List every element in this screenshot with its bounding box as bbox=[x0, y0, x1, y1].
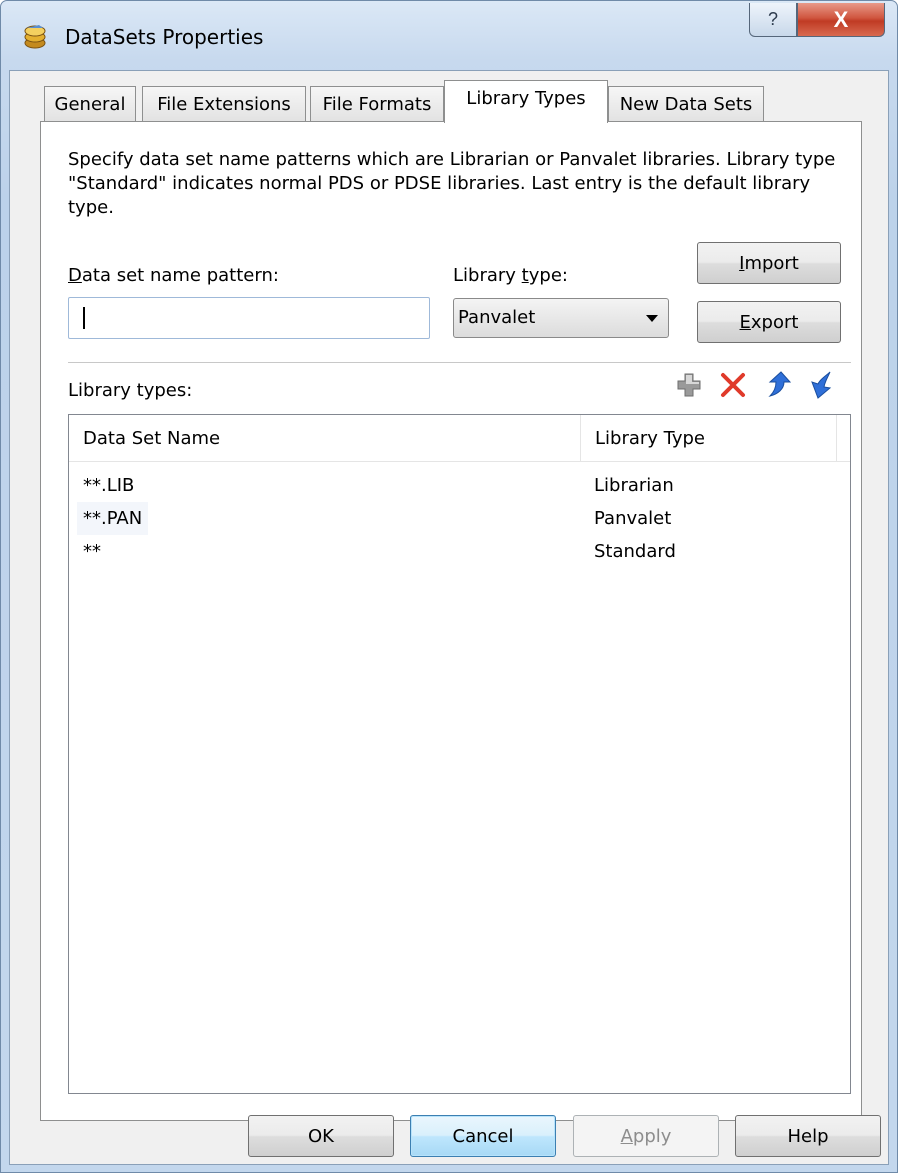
close-icon: X bbox=[833, 6, 849, 32]
library-type-select[interactable]: Panvalet bbox=[453, 298, 669, 338]
data-set-name-cell: **.PAN bbox=[77, 502, 149, 535]
library-type-label: Library type: bbox=[453, 265, 568, 286]
button-text: pply bbox=[632, 1125, 672, 1147]
mnemonic: D bbox=[68, 265, 82, 286]
button-text: OK bbox=[308, 1125, 334, 1147]
mnemonic: E bbox=[739, 311, 751, 333]
button-text: Cancel bbox=[452, 1125, 514, 1147]
move-up-icon[interactable] bbox=[764, 370, 794, 400]
column-header-library-type[interactable]: Library Type bbox=[581, 415, 837, 461]
library-type-cell: Standard bbox=[594, 541, 676, 562]
apply-button[interactable]: Apply bbox=[573, 1115, 719, 1157]
ok-button[interactable]: OK bbox=[248, 1115, 394, 1157]
pattern-label: Data set name pattern: bbox=[68, 265, 279, 286]
tab-new-data-sets[interactable]: New Data Sets bbox=[608, 86, 764, 122]
table-row[interactable]: ** Standard bbox=[69, 535, 850, 568]
label-text: Library bbox=[453, 265, 522, 286]
button-text: mport bbox=[744, 252, 799, 274]
tab-file-extensions[interactable]: File Extensions bbox=[142, 86, 306, 122]
add-icon[interactable] bbox=[674, 370, 704, 400]
chevron-down-icon bbox=[646, 315, 658, 322]
pattern-input[interactable] bbox=[68, 297, 430, 339]
mnemonic: A bbox=[620, 1125, 633, 1147]
button-text: Help bbox=[787, 1125, 829, 1147]
label-text: ype: bbox=[528, 265, 568, 286]
tab-label: File Extensions bbox=[157, 94, 291, 115]
tab-label: General bbox=[54, 94, 126, 115]
library-types-table[interactable]: Data Set Name Library Type **.LIB Librar… bbox=[68, 414, 851, 1094]
data-set-name-cell: ** bbox=[83, 541, 101, 562]
column-header-data-set-name[interactable]: Data Set Name bbox=[69, 415, 581, 461]
table-header: Data Set Name Library Type bbox=[69, 415, 850, 462]
datasets-app-icon bbox=[24, 25, 46, 49]
import-button[interactable]: Import bbox=[697, 242, 841, 284]
help-caption-button[interactable]: ? bbox=[749, 3, 797, 37]
table-row[interactable]: **.LIB Librarian bbox=[69, 469, 850, 502]
cancel-button[interactable]: Cancel bbox=[410, 1115, 556, 1157]
table-row[interactable]: **.PAN Panvalet bbox=[69, 502, 850, 535]
mnemonic: t bbox=[521, 265, 529, 286]
library-types-list-label: Library types: bbox=[68, 380, 193, 401]
tab-label: File Formats bbox=[322, 94, 432, 115]
help-button[interactable]: Help bbox=[735, 1115, 881, 1157]
library-type-cell: Panvalet bbox=[594, 508, 672, 529]
delete-icon[interactable] bbox=[718, 370, 748, 400]
data-set-name-cell: **.LIB bbox=[83, 475, 135, 496]
export-button[interactable]: Export bbox=[697, 301, 841, 343]
button-text: xport bbox=[750, 311, 799, 333]
text-caret bbox=[83, 307, 85, 329]
description-text: Specify data set name patterns which are… bbox=[68, 149, 836, 218]
tab-file-formats[interactable]: File Formats bbox=[310, 86, 444, 122]
selected-value: Panvalet bbox=[458, 307, 536, 328]
move-down-icon[interactable] bbox=[808, 370, 838, 400]
question-mark-icon: ? bbox=[767, 9, 778, 29]
close-button[interactable]: X bbox=[797, 3, 885, 37]
tab-general[interactable]: General bbox=[44, 86, 136, 122]
window-title: DataSets Properties bbox=[65, 25, 264, 49]
separator bbox=[68, 362, 851, 363]
title-bar[interactable]: DataSets Properties ? X bbox=[1, 1, 897, 71]
tab-library-types[interactable]: Library Types bbox=[444, 80, 608, 123]
tab-label: Library Types bbox=[466, 88, 586, 109]
library-type-cell: Librarian bbox=[594, 475, 674, 496]
label-text: ata set name pattern: bbox=[81, 265, 279, 286]
tab-label: New Data Sets bbox=[619, 94, 753, 115]
